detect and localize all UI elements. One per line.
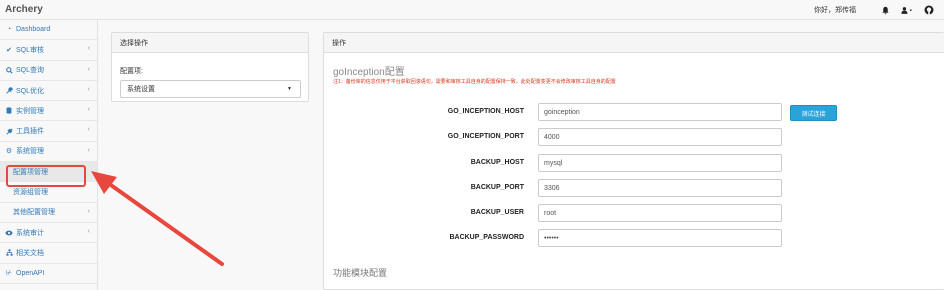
sidebar-item-label: OpenAPI [16, 269, 45, 277]
field-label: BACKUP_USER [470, 209, 524, 216]
eye-icon [4, 230, 14, 236]
go-inception-port-input[interactable]: 4000 [538, 128, 782, 146]
sidebar-item-label: 实例管理 [16, 107, 44, 115]
panel-heading: 操作 [324, 33, 944, 53]
brand-logo[interactable]: Archery [0, 4, 43, 15]
wrench-icon [4, 87, 14, 94]
note-text: 注1：备份库的信息仅用于平台获取回滚语句，需要和审核工具自身的配置保持一致，此处… [333, 79, 616, 85]
chevron-left-icon: ‹ [87, 227, 90, 235]
sidebar-item-config[interactable]: 配置项管理 [0, 162, 97, 183]
sidebar-item-label: 其他配置管理 [13, 209, 55, 217]
sidebar-item-audit[interactable]: 系统审计 ‹ [0, 223, 97, 244]
field-label: BACKUP_PASSWORD [449, 234, 524, 241]
section-title-module: 功能模块配置 [333, 268, 388, 278]
sidebar-item-sql-optimize[interactable]: SQL优化 ‹ [0, 81, 97, 102]
chevron-left-icon: ‹ [87, 207, 90, 215]
chevron-left-icon: ‹ [87, 106, 90, 114]
sidebar-item-sql-query[interactable]: SQL查询 ‹ [0, 61, 97, 81]
sidebar-item-label: SQL审核 [16, 46, 45, 54]
field-label: BACKUP_HOST [470, 159, 524, 166]
sidebar-item-plugins[interactable]: 工具插件 ‹ [0, 121, 97, 142]
config-select-value: 系统设置 [127, 86, 155, 93]
check-icon: ✔ [6, 46, 12, 54]
gears-icon: ⚙ [5, 148, 13, 156]
sidebar-item-label: 系统管理 [16, 148, 44, 156]
field-label: GO_INCEPTION_HOST [447, 108, 524, 115]
bell-icon[interactable] [878, 3, 892, 17]
backup-host-input[interactable]: mysql [538, 154, 782, 172]
database-icon [4, 107, 14, 114]
sidebar-item-system[interactable]: ⚙ 系统管理 ‹ [0, 142, 97, 163]
sidebar-item-label: 工具插件 [16, 128, 44, 136]
sidebar-item-label: 相关文档 [16, 249, 44, 257]
plug-icon [4, 128, 14, 135]
sidebar-item-dashboard[interactable]: ◔ Dashboard [0, 20, 97, 41]
github-icon[interactable] [922, 3, 936, 17]
backup-password-input[interactable]: •••••• [538, 229, 782, 247]
sidebar-item-other-config[interactable]: 其他配置管理 ‹ [0, 203, 97, 223]
sidebar-item-label: 系统审计 [16, 229, 44, 237]
sidebar-item-label: Dashboard [16, 26, 51, 34]
user-greeting: 你好，郑传福 [814, 7, 856, 14]
chevron-left-icon: ‹ [87, 85, 90, 93]
top-navbar: Archery 你好，郑传福 [0, 0, 944, 20]
arrow-shaft [106, 181, 224, 266]
sidebar-item-label: SQL优化 [16, 87, 45, 95]
section-title: goInception配置 [333, 67, 405, 78]
select-operation-panel: 选择操作 配置项: 系统设置 ▼ [111, 32, 309, 102]
backup-user-input[interactable]: root [538, 204, 782, 222]
search-icon [4, 66, 14, 74]
sidebar-item-label: SQL查询 [16, 67, 45, 75]
chevron-left-icon: ‹ [87, 45, 90, 53]
go-inception-host-input[interactable]: goinception [538, 103, 782, 121]
sidebar-item-resource-group[interactable]: 资源组管理 [0, 182, 97, 203]
test-connection-button[interactable]: 测试连接 [790, 105, 837, 121]
config-label: 配置项: [120, 68, 143, 75]
sidebar-item-docs[interactable]: 相关文档 [0, 243, 97, 264]
operation-panel: 操作 goInception配置 注1：备份库的信息仅用于平台获取回滚语句，需要… [323, 32, 944, 290]
dashboard-icon: ◔ [6, 26, 12, 34]
sidebar: ◔ Dashboard ✔ SQL审核 ‹ SQL查询 ‹ SQL优化 ‹ 实例… [0, 20, 98, 290]
caret-down-icon: ▼ [287, 86, 292, 92]
user-icon[interactable] [900, 3, 914, 17]
chevron-left-icon: ‹ [87, 126, 90, 134]
config-select[interactable]: 系统设置 ▼ [120, 80, 301, 98]
chevron-left-icon: ‹ [87, 146, 90, 154]
sidebar-item-openapi[interactable]: ⊬ OpenAPI [0, 264, 97, 284]
chevron-left-icon: ‹ [87, 65, 90, 73]
field-label: BACKUP_PORT [470, 184, 524, 191]
sitemap-icon [4, 249, 14, 257]
sidebar-item-label: 配置项管理 [13, 168, 48, 176]
api-icon: ⊬ [5, 270, 13, 278]
sidebar-item-sql-review[interactable]: ✔ SQL审核 ‹ [0, 40, 97, 61]
navbar-right: 你好，郑传福 [814, 0, 944, 20]
sidebar-item-label: 资源组管理 [13, 189, 48, 197]
sidebar-item-instance[interactable]: 实例管理 ‹ [0, 101, 97, 122]
backup-port-input[interactable]: 3306 [538, 179, 782, 197]
field-label: GO_INCEPTION_PORT [447, 133, 524, 140]
panel-heading: 选择操作 [112, 33, 308, 53]
